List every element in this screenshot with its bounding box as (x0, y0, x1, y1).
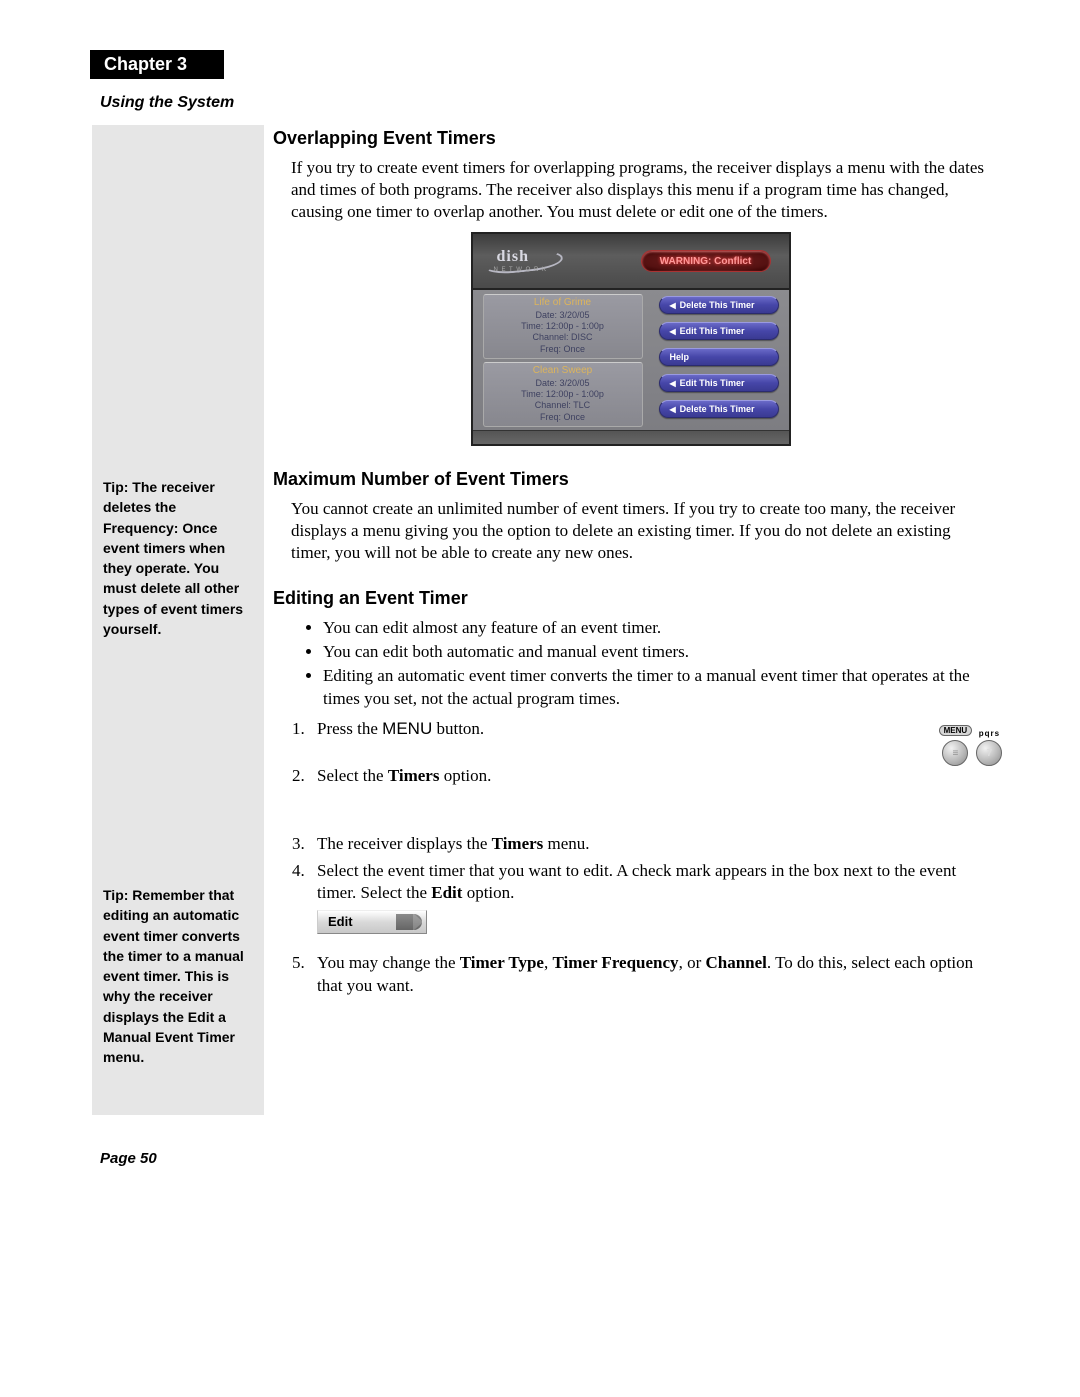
dish-logo: dish N E T W O R K (485, 242, 565, 278)
prog1-channel-label: Channel: (532, 332, 568, 342)
btn5-label: Delete This Timer (680, 404, 755, 414)
editing-bullets: You can edit almost any feature of an ev… (323, 617, 988, 711)
step1-suffix: button. (432, 719, 484, 738)
para-max-number: You cannot create an unlimited number of… (291, 498, 988, 563)
bullet-1: You can edit almost any feature of an ev… (323, 617, 988, 639)
bullet-3: Editing an automatic event timer convert… (323, 665, 988, 710)
prog1-freq-label: Freq: (540, 344, 561, 354)
prog1-date-label: Date: (535, 310, 557, 320)
chevron-left-icon: ◀ (670, 379, 676, 388)
heading-overlapping: Overlapping Event Timers (273, 128, 988, 149)
chapter-badge: Chapter 3 (90, 50, 224, 79)
step-4: Select the event timer that you want to … (309, 860, 988, 941)
chevron-left-icon: ◀ (670, 301, 676, 310)
prog2-date-label: Date: (535, 378, 557, 388)
remote-7-button: pqrs 7 (976, 729, 1002, 766)
step2-timers: Timers (388, 766, 440, 785)
prog1-date: 3/20/05 (560, 310, 590, 320)
prog1-time: 12:00p - 1:00p (546, 321, 604, 331)
step5-timer-type: Timer Type (460, 953, 544, 972)
page-number: Page 50 (100, 1150, 157, 1167)
prog2-freq: Once (564, 412, 586, 422)
chevron-left-icon: ◀ (670, 405, 676, 414)
btn2-label: Edit This Timer (680, 326, 745, 336)
heading-editing: Editing an Event Timer (273, 588, 988, 609)
bullet-2: You can edit both automatic and manual e… (323, 641, 988, 663)
step-5: You may change the Timer Type, Timer Fre… (309, 952, 988, 997)
remote-menu-label: MENU (939, 725, 973, 736)
edit-this-timer-button[interactable]: ◀ Edit This Timer (659, 322, 779, 340)
prog1-freq: Once (564, 344, 586, 354)
remote-menu-button: MENU ≡ (939, 718, 973, 766)
step-3: The receiver displays the Timers menu. (309, 833, 988, 855)
btn1-label: Delete This Timer (680, 300, 755, 310)
prog1-time-label: Time: (521, 321, 543, 331)
dish-logo-subtext: N E T W O R K (494, 267, 547, 273)
remote-7-label: pqrs (976, 729, 1002, 738)
menu-icon: ≡ (942, 740, 968, 766)
tip-editing-converts: Tip: Remember that editing an automatic … (103, 885, 253, 1068)
btn4-label: Edit This Timer (680, 378, 745, 388)
delete-this-timer-button-2[interactable]: ◀ Delete This Timer (659, 400, 779, 418)
arrow-right-icon (396, 914, 422, 930)
heading-max-number: Maximum Number of Event Timers (273, 469, 988, 490)
sidebar: Tip: The receiver deletes the Frequency:… (92, 125, 264, 1115)
edit-this-timer-button-2[interactable]: ◀ Edit This Timer (659, 374, 779, 392)
program-1-title: Life of Grime (488, 297, 638, 310)
step1-menu: MENU (382, 719, 432, 738)
tip-frequency-once: Tip: The receiver deletes the Frequency:… (103, 477, 253, 639)
edit-button-label: Edit (328, 914, 353, 929)
program-block-2: Clean Sweep Date: 3/20/05 Time: 12:00p -… (483, 362, 643, 427)
btn3-label: Help (670, 352, 690, 362)
prog2-channel: TLC (573, 400, 590, 410)
prog2-date: 3/20/05 (560, 378, 590, 388)
step3-prefix: The receiver displays the (317, 834, 492, 853)
warning-banner: WARNING: Conflict (641, 250, 771, 272)
number-7-icon: 7 (976, 740, 1002, 766)
step4-edit: Edit (431, 883, 462, 902)
step5-mid2: , or (679, 953, 706, 972)
step3-suffix: menu. (543, 834, 589, 853)
step2-suffix: option. (439, 766, 491, 785)
delete-this-timer-button[interactable]: ◀ Delete This Timer (659, 296, 779, 314)
para-overlapping: If you try to create event timers for ov… (291, 157, 988, 222)
step5-channel: Channel (705, 953, 766, 972)
step2-prefix: Select the (317, 766, 388, 785)
help-button[interactable]: Help (659, 348, 779, 366)
prog2-freq-label: Freq: (540, 412, 561, 422)
prog1-channel: DISC (571, 332, 593, 342)
chevron-left-icon: ◀ (670, 327, 676, 336)
program-block-1: Life of Grime Date: 3/20/05 Time: 12:00p… (483, 294, 643, 359)
program-2-title: Clean Sweep (488, 365, 638, 378)
step-1: Press the MENU button. (309, 718, 988, 740)
step4-suffix: option. (462, 883, 514, 902)
step4-prefix: Select the event timer that you want to … (317, 861, 956, 902)
section-title: Using the System (100, 94, 234, 112)
prog2-time-label: Time: (521, 389, 543, 399)
conflict-dialog: dish N E T W O R K WARNING: Conflict Lif… (471, 232, 791, 446)
step-2: Select the Timers option. (309, 765, 988, 787)
edit-button[interactable]: Edit (317, 910, 427, 934)
main-content: Overlapping Event Timers If you try to c… (273, 128, 988, 1001)
step5-prefix: You may change the (317, 953, 460, 972)
prog2-channel-label: Channel: (535, 400, 571, 410)
editing-steps: Press the MENU button. Select the Timers… (309, 718, 988, 997)
step3-timers: Timers (492, 834, 544, 853)
step1-prefix: Press the (317, 719, 382, 738)
dish-logo-text: dish (497, 248, 529, 266)
step5-timer-frequency: Timer Frequency (552, 953, 678, 972)
prog2-time: 12:00p - 1:00p (546, 389, 604, 399)
